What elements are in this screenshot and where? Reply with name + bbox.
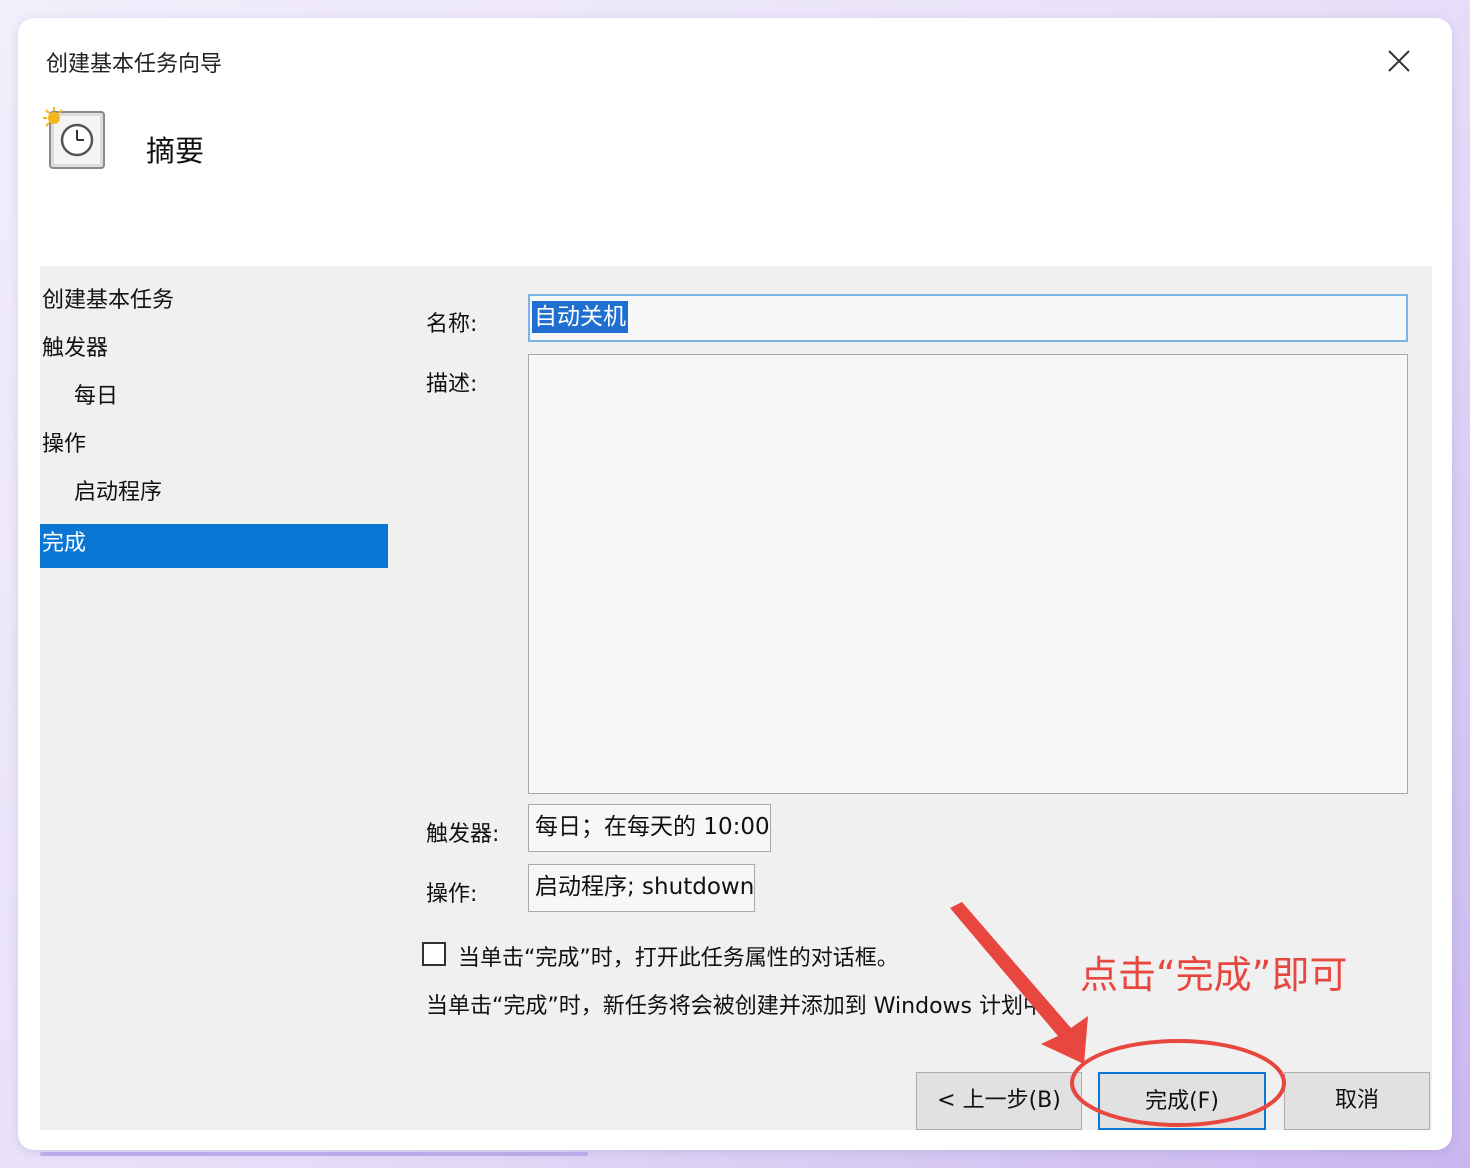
open-properties-label[interactable]: 当单击“完成”时，打开此任务属性的对话框。 [458,940,899,972]
close-icon [1388,50,1410,72]
action-field: 启动程序; shutdown [528,864,756,912]
finish-button[interactable]: 完成(F) [1098,1072,1266,1130]
step-create-basic-task[interactable]: 创建基本任务 [42,282,174,314]
step-daily[interactable]: 每日 [74,378,118,410]
window-title: 创建基本任务向导 [46,52,223,77]
scheduled-task-clock-icon [43,107,105,169]
trigger-field: 每日；在每天的 10:00 [528,804,771,852]
info-text: 当单击“完成”时，新任务将会被创建并添加到 Windows 计划中。 [426,994,1067,1019]
name-input[interactable] [528,294,1408,342]
page-heading: 摘要 [146,134,205,168]
action-label: 操作: [426,882,478,907]
dialog-header: 创建基本任务向导 摘要 [40,40,1432,266]
trigger-label: 触发器: [426,822,500,847]
description-textarea[interactable] [528,354,1408,794]
annotation-text: 点击“完成”即可 [1080,953,1348,997]
step-finish[interactable]: 完成 [40,524,388,568]
close-button[interactable] [1374,40,1424,84]
open-properties-checkbox[interactable] [422,942,446,966]
wizard-steps: 创建基本任务 触发器 每日 操作 启动程序 完成 [40,266,390,568]
cancel-button[interactable]: 取消 [1284,1072,1430,1130]
description-label: 描述: [426,372,478,397]
step-start-program[interactable]: 启动程序 [74,474,162,506]
name-label: 名称: [426,312,478,337]
step-action[interactable]: 操作 [42,426,86,458]
wizard-dialog: 创建基本任务向导 摘要 创建基本任务 触发器 每日 操作 启动程序 完成 名称:… [40,40,1432,1130]
name-input-value: 自动关机 [532,301,628,333]
back-button[interactable]: < 上一步(B) [916,1072,1082,1130]
screenshot-frame: 创建基本任务向导 摘要 创建基本任务 触发器 每日 操作 启动程序 完成 名称:… [18,18,1452,1150]
scroll-indicator [40,1152,588,1156]
step-trigger[interactable]: 触发器 [42,330,108,362]
